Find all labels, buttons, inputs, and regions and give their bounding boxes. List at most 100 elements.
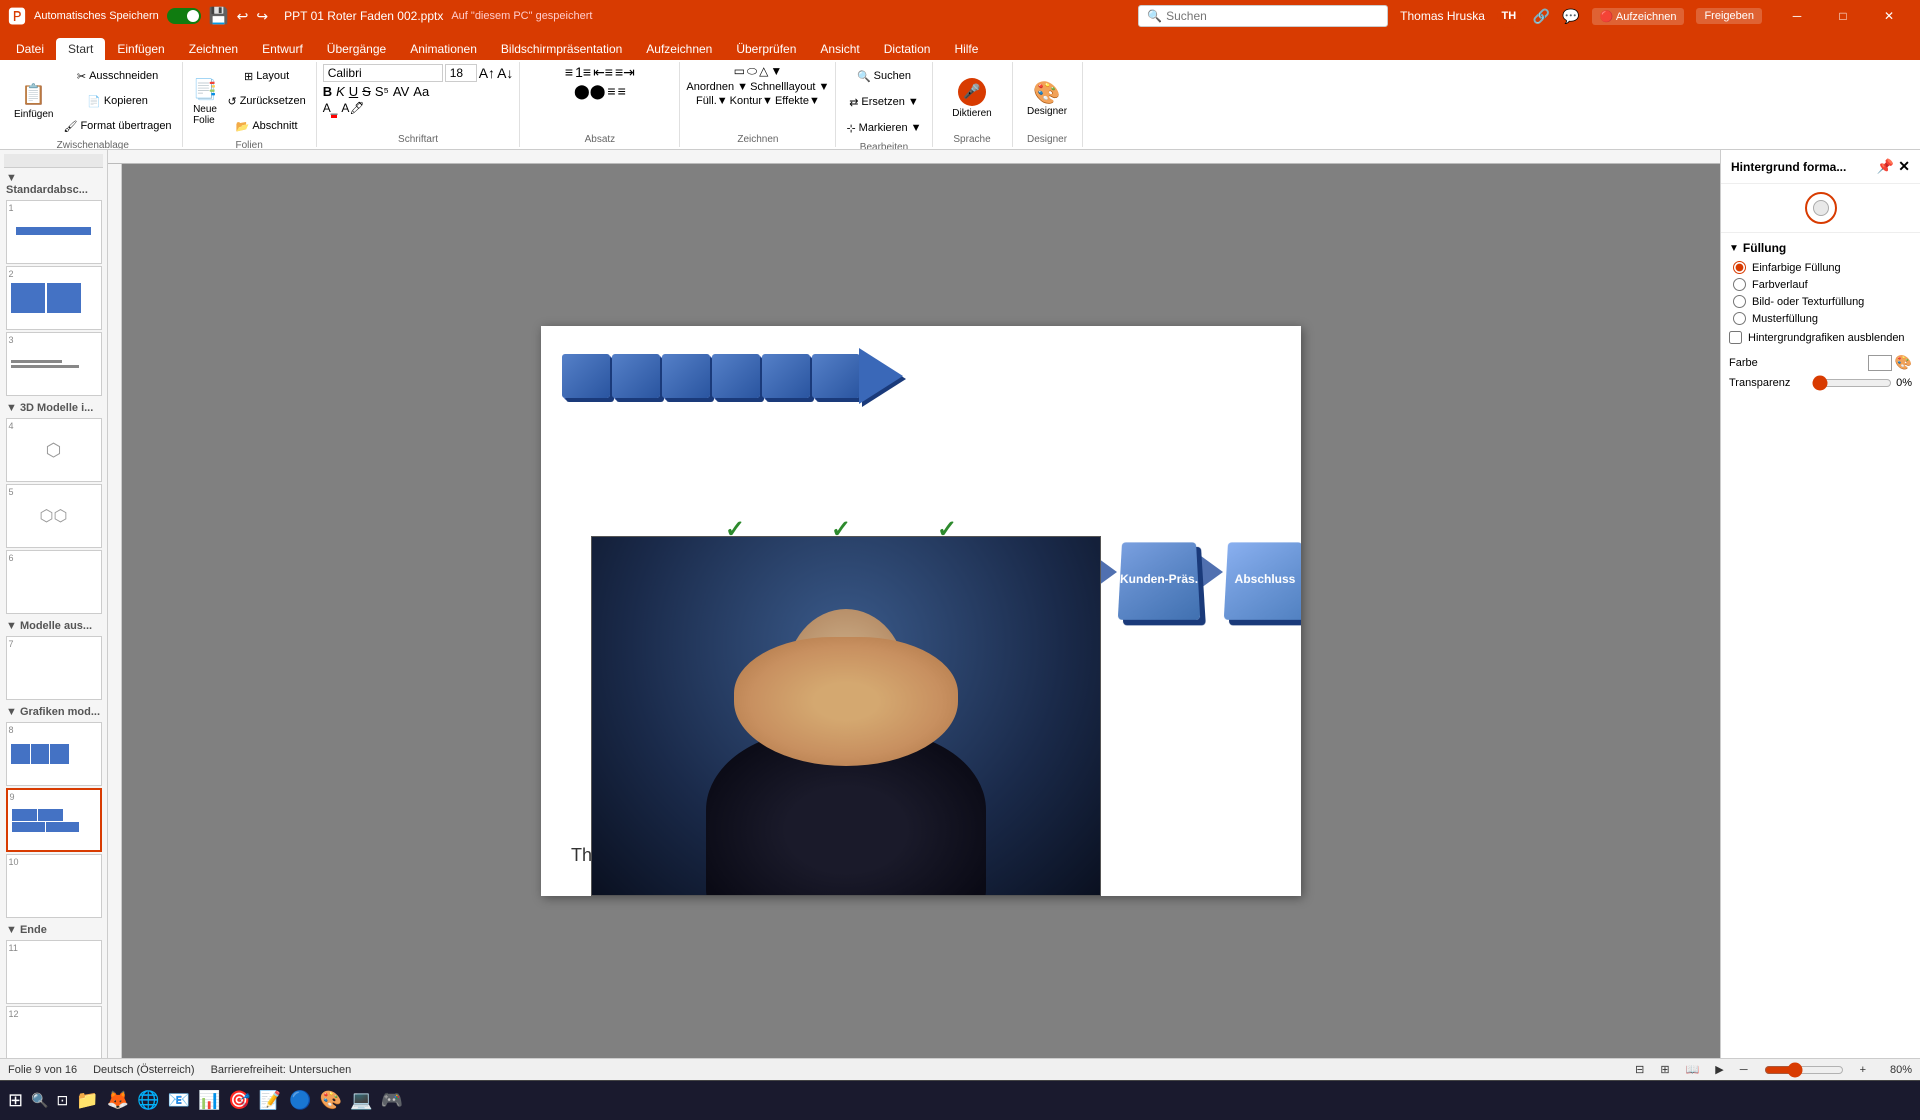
tab-aufzeichnen[interactable]: Aufzeichnen [634, 38, 724, 60]
radio-muster-input[interactable] [1733, 312, 1746, 325]
transparency-slider[interactable] [1812, 375, 1892, 391]
accessibility-status[interactable]: Barrierefreiheit: Untersuchen [211, 1064, 352, 1076]
taskbar-outlook[interactable]: 📧 [168, 1090, 190, 1111]
strikethrough-button[interactable]: S [362, 84, 371, 99]
view-sorter-icon[interactable]: ⊞ [1660, 1063, 1669, 1076]
shape-more[interactable]: ▼ [770, 64, 782, 79]
view-slideshow-icon[interactable]: ▶ [1715, 1063, 1723, 1076]
markieren-button[interactable]: ⊹ Markieren ▼ [842, 116, 925, 140]
radio-farbverlauf[interactable]: Farbverlauf [1733, 278, 1912, 291]
tab-uebergaenge[interactable]: Übergänge [315, 38, 398, 60]
zuruecksetzen-button[interactable]: ↺ Zurücksetzen [223, 89, 309, 113]
taskbar-app1[interactable]: 🎯 [228, 1090, 250, 1111]
taskbar-app4[interactable]: 🎨 [320, 1090, 342, 1111]
align-center-button[interactable]: ≡ [607, 83, 615, 100]
align-right-button[interactable]: ≡ [618, 83, 626, 100]
task-view-button[interactable]: ⊡ [57, 1092, 69, 1109]
tab-zeichnen[interactable]: Zeichnen [177, 38, 250, 60]
proc-kp[interactable]: Kunden-Präs. [1120, 516, 1198, 618]
close-button[interactable]: ✕ [1866, 0, 1912, 32]
neue-folie-button[interactable]: 📑 NeueFolie [189, 73, 222, 129]
user-avatar[interactable]: TH [1497, 4, 1521, 28]
designer-button[interactable]: 🎨 Designer [1019, 70, 1075, 126]
font-decrease-button[interactable]: A↓ [497, 65, 513, 81]
view-reading-icon[interactable]: 📖 [1686, 1063, 1700, 1076]
color-picker-icon[interactable]: 🎨 [1895, 354, 1912, 371]
font-size-selector[interactable]: 18 [445, 64, 477, 82]
anordnen-button[interactable]: Anordnen ▼ [686, 81, 748, 93]
shadow-button[interactable]: S⁵ [375, 84, 389, 99]
indent-increase-button[interactable]: ≡⇥ [615, 64, 635, 81]
tab-animationen[interactable]: Animationen [398, 38, 489, 60]
slide-thumb-11[interactable]: 11 [6, 940, 102, 1004]
diktieren-button[interactable]: 🎤 Diktieren [944, 70, 1000, 126]
radio-einfache-input[interactable] [1733, 261, 1746, 274]
taskbar-app2[interactable]: 📝 [259, 1090, 281, 1111]
tab-einfuegen[interactable]: Einfügen [105, 38, 176, 60]
autosave-toggle[interactable] [167, 8, 201, 24]
color-circle[interactable] [1805, 192, 1837, 224]
font-color-button[interactable]: A_ [323, 101, 338, 115]
slide-thumb-3[interactable]: 3 [6, 332, 102, 396]
slide-thumb-8[interactable]: 8 [6, 722, 102, 786]
taskbar-powerpoint[interactable]: 📊 [198, 1090, 220, 1111]
zoom-in-button[interactable]: + [1860, 1064, 1866, 1076]
proc-abschluss[interactable]: Abschluss [1226, 516, 1301, 618]
toolbar-redo[interactable]: ↪ [256, 8, 268, 25]
search-taskbar[interactable]: 🔍 [31, 1092, 48, 1109]
slide-thumb-1[interactable]: 1 [6, 200, 102, 264]
taskbar-file-explorer[interactable]: 📁 [76, 1090, 98, 1111]
color-swatch[interactable] [1868, 355, 1892, 371]
taskbar-app3[interactable]: 🔵 [289, 1090, 311, 1111]
taskbar-chrome[interactable]: 🌐 [137, 1090, 159, 1111]
text-case-button[interactable]: Aa [413, 84, 429, 99]
tab-ansicht[interactable]: Ansicht [808, 38, 871, 60]
bullet-list-button[interactable]: ≡ [565, 64, 573, 81]
numbered-list-button[interactable]: 1≡ [575, 64, 591, 81]
highlight-button[interactable]: A🖊 [341, 101, 364, 115]
formkontur-button[interactable]: Kontur▼ [730, 95, 773, 107]
slide-thumb-7[interactable]: 7 [6, 636, 102, 700]
slide-page[interactable]: ✓ Arbeitspaket 1 ✓ Meilenstein ✓ [541, 326, 1301, 896]
slide-thumb-2[interactable]: 2 [6, 266, 102, 330]
radio-farbverlauf-input[interactable] [1733, 278, 1746, 291]
language-status[interactable]: Deutsch (Österreich) [93, 1064, 194, 1076]
slide-thumb-5[interactable]: 5 ⬡⬡ [6, 484, 102, 548]
shape-tri[interactable]: △ [759, 64, 768, 79]
einfuegen-button[interactable]: 📋 Einfügen [10, 75, 57, 127]
taskbar-app5[interactable]: 💻 [350, 1090, 372, 1111]
slide-thumb-4[interactable]: 4 ⬡ [6, 418, 102, 482]
suchen-button[interactable]: 🔍 Suchen [853, 64, 915, 88]
tab-entwurf[interactable]: Entwurf [250, 38, 315, 60]
schnelllayout-button[interactable]: Schnelllayout ▼ [750, 81, 829, 93]
slide-thumb-10[interactable]: 10 [6, 854, 102, 918]
panel-close-button[interactable]: ✕ [1898, 158, 1910, 175]
align-left-button[interactable]: ⬤⬤ [574, 83, 605, 100]
taskbar-app6[interactable]: 🎮 [380, 1090, 402, 1111]
radio-bild[interactable]: Bild- oder Texturfüllung [1733, 295, 1912, 308]
zoom-out-button[interactable]: ─ [1740, 1064, 1748, 1076]
hintergrundgrafiken-checkbox-row[interactable]: Hintergrundgrafiken ausblenden [1729, 331, 1912, 344]
freigeben-btn[interactable]: Freigeben [1696, 8, 1762, 24]
hintergrundgrafiken-checkbox[interactable] [1729, 331, 1742, 344]
search-bar[interactable]: 🔍 [1138, 5, 1388, 27]
toolbar-save[interactable]: 💾 [209, 6, 229, 26]
tab-datei[interactable]: Datei [4, 38, 56, 60]
tab-praesentation[interactable]: Bildschirmpräsentation [489, 38, 634, 60]
italic-button[interactable]: K [336, 84, 345, 99]
start-button[interactable]: ⊞ [8, 1090, 23, 1111]
fuellfarbe-button[interactable]: Füll.▼ [696, 95, 728, 107]
record-btn[interactable]: 🔴 Aufzeichnen [1592, 8, 1685, 25]
format-uebertragen-button[interactable]: 🖌 Format übertragen [59, 114, 175, 138]
slide-panel[interactable]: ▼ Standardabsc... 1 2 3 [0, 150, 108, 1058]
underline-button[interactable]: U [349, 84, 358, 99]
shape-oval[interactable]: ⬭ [747, 64, 757, 79]
slide-thumb-12[interactable]: 12 [6, 1006, 102, 1058]
pin-button[interactable]: 📌 [1877, 158, 1894, 175]
kopieren-button[interactable]: 📄 Kopieren [59, 89, 175, 113]
slide-thumb-9[interactable]: 9 [6, 788, 102, 852]
abschnitt-button[interactable]: 📂 Abschnitt [223, 114, 309, 138]
char-spacing-button[interactable]: AV [393, 84, 409, 99]
taskbar-firefox[interactable]: 🦊 [107, 1090, 129, 1111]
slide-canvas[interactable]: ✓ Arbeitspaket 1 ✓ Meilenstein ✓ [122, 164, 1720, 1058]
